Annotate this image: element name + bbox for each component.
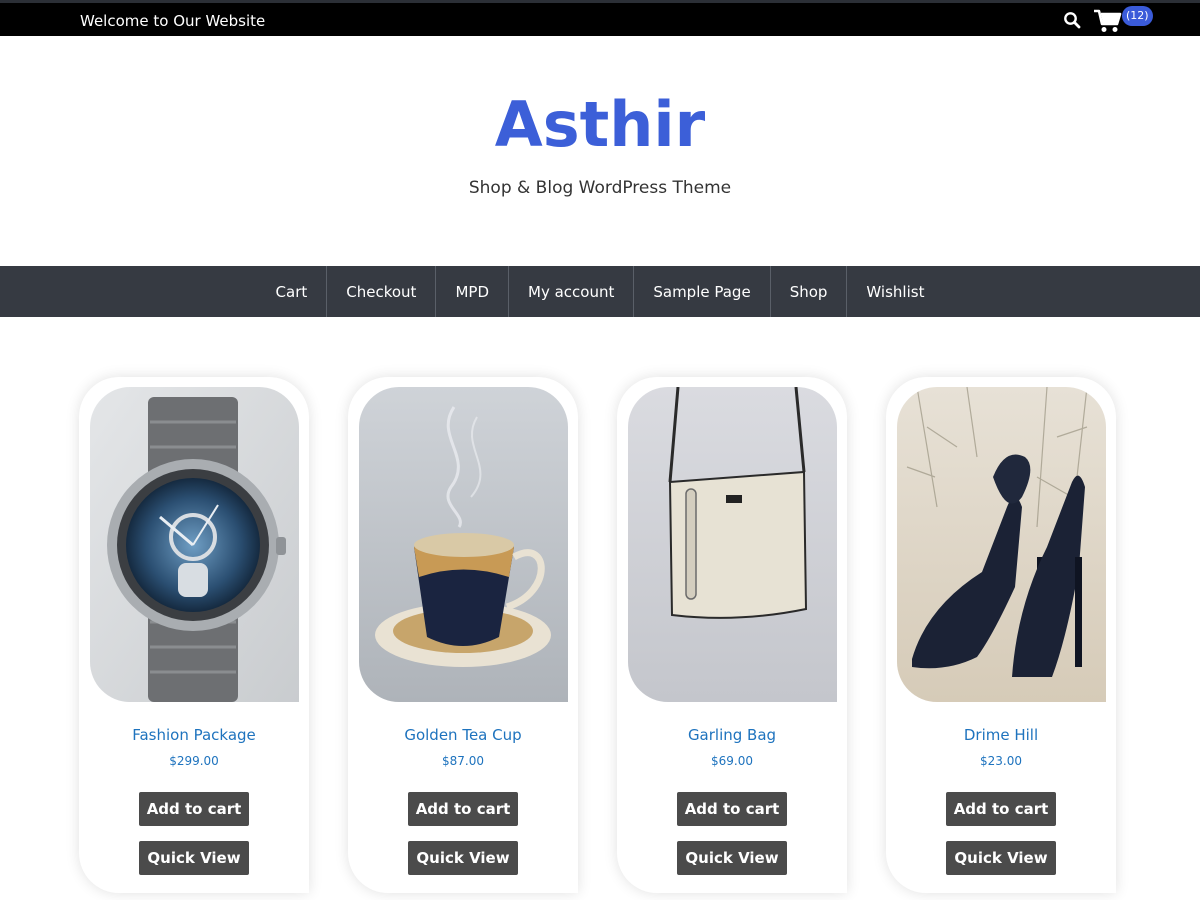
add-to-cart-button[interactable]: Add to cart xyxy=(677,792,787,826)
product-title[interactable]: Golden Tea Cup xyxy=(348,726,578,744)
product-card: Garling Bag $69.00 Add to cart Quick Vie… xyxy=(617,377,847,893)
search-icon[interactable] xyxy=(1063,11,1081,29)
nav-item-wishlist[interactable]: Wishlist xyxy=(847,266,943,317)
product-image-tea-cup[interactable] xyxy=(359,387,568,702)
product-title[interactable]: Garling Bag xyxy=(617,726,847,744)
product-price: $87.00 xyxy=(442,754,484,768)
product-price: $299.00 xyxy=(169,754,219,768)
product-card: Drime Hill $23.00 Add to cart Quick View xyxy=(886,377,1116,893)
product-card: Golden Tea Cup $87.00 Add to cart Quick … xyxy=(348,377,578,893)
product-title[interactable]: Drime Hill xyxy=(886,726,1116,744)
shopping-cart-icon[interactable] xyxy=(1093,8,1123,34)
product-card: Fashion Package $299.00 Add to cart Quic… xyxy=(79,377,309,893)
nav-item-mpd[interactable]: MPD xyxy=(436,266,509,317)
product-image-watch[interactable] xyxy=(90,387,299,702)
product-price: $23.00 xyxy=(980,754,1022,768)
product-grid: Fashion Package $299.00 Add to cart Quic… xyxy=(79,377,1119,897)
site-tagline: Shop & Blog WordPress Theme xyxy=(468,178,732,198)
quick-view-button[interactable]: Quick View xyxy=(408,841,518,875)
nav-item-sample-page[interactable]: Sample Page xyxy=(634,266,771,317)
quick-view-button[interactable]: Quick View xyxy=(139,841,249,875)
cart-count-badge: (12) xyxy=(1122,6,1153,26)
top-bar: Welcome to Our Website (12) xyxy=(0,0,1200,36)
product-price: $69.00 xyxy=(711,754,753,768)
product-image-bag[interactable] xyxy=(628,387,837,702)
quick-view-button[interactable]: Quick View xyxy=(946,841,1056,875)
welcome-text: Welcome to Our Website xyxy=(80,12,266,30)
main-navigation: Cart Checkout MPD My account Sample Page… xyxy=(0,266,1200,317)
add-to-cart-button[interactable]: Add to cart xyxy=(408,792,518,826)
nav-item-cart[interactable]: Cart xyxy=(257,266,328,317)
site-title[interactable]: Asthir xyxy=(0,88,1200,161)
nav-item-my-account[interactable]: My account xyxy=(509,266,635,317)
nav-item-checkout[interactable]: Checkout xyxy=(327,266,437,317)
product-title[interactable]: Fashion Package xyxy=(79,726,309,744)
nav-item-shop[interactable]: Shop xyxy=(771,266,848,317)
quick-view-button[interactable]: Quick View xyxy=(677,841,787,875)
add-to-cart-button[interactable]: Add to cart xyxy=(946,792,1056,826)
product-image-heels[interactable] xyxy=(897,387,1106,702)
add-to-cart-button[interactable]: Add to cart xyxy=(139,792,249,826)
